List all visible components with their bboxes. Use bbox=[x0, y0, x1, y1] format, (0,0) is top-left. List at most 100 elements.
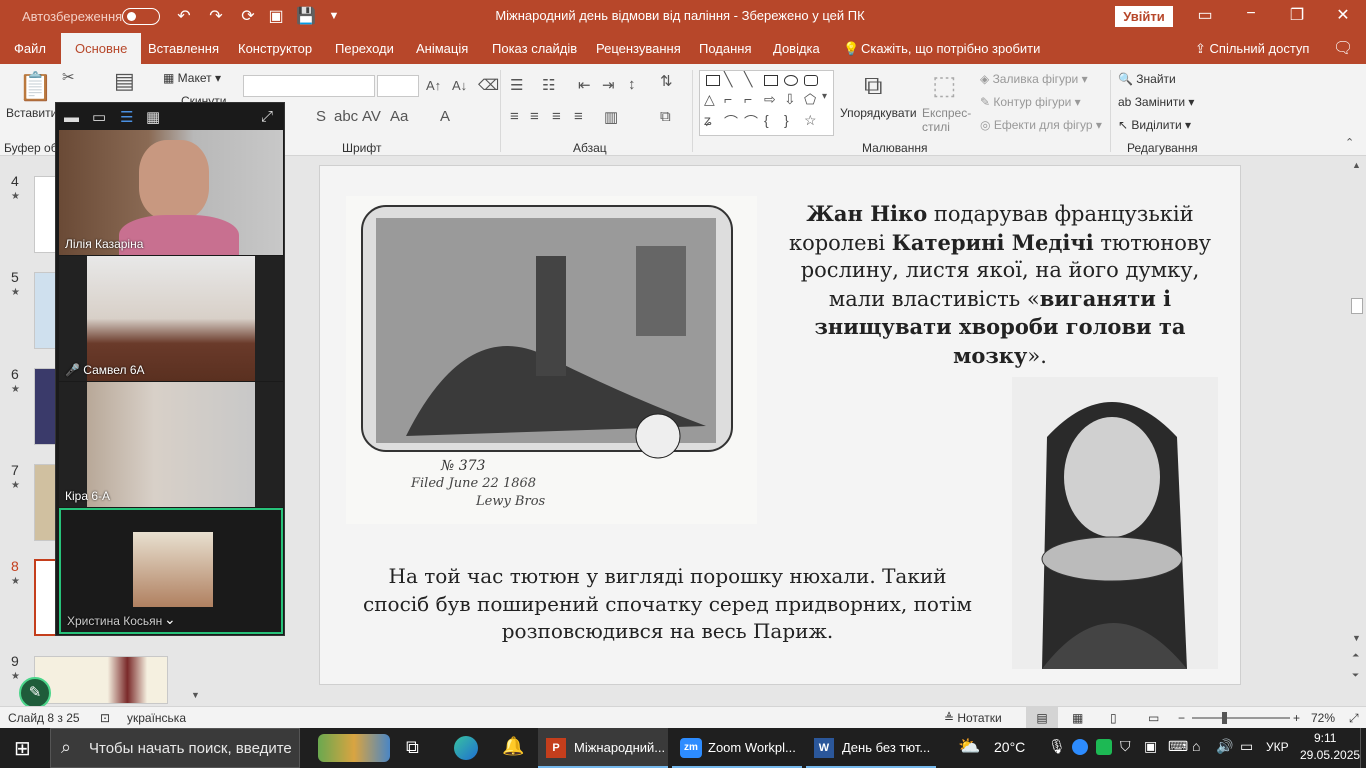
reading-view-icon[interactable]: ▯ bbox=[1110, 711, 1117, 725]
char-spacing-icon[interactable]: AV bbox=[362, 108, 381, 125]
shape-outline-button[interactable]: ✎ Контур фігури ▾ bbox=[980, 95, 1081, 109]
zoom-minimize-icon[interactable]: ▬ bbox=[64, 109, 79, 126]
clear-format-icon[interactable]: ⌫ bbox=[478, 76, 499, 94]
tab-file[interactable]: Файл bbox=[14, 41, 46, 56]
zoom-in-icon[interactable]: + bbox=[1293, 711, 1300, 725]
restore-button[interactable]: ❐ bbox=[1282, 5, 1312, 25]
shadow-icon[interactable]: S bbox=[316, 108, 326, 125]
decrease-font-icon[interactable]: A↓ bbox=[452, 78, 467, 93]
zoom-expand-icon[interactable]: ⤢ bbox=[261, 108, 273, 125]
decrease-indent-icon[interactable]: ⇤ bbox=[578, 76, 591, 94]
textbox-shape-icon[interactable] bbox=[706, 75, 720, 86]
chevron-down-icon[interactable]: ⌄ bbox=[164, 611, 176, 628]
align-right-icon[interactable]: ≡ bbox=[552, 108, 561, 125]
tab-transitions[interactable]: Переходи bbox=[335, 41, 394, 56]
tray-app-icon[interactable] bbox=[1096, 739, 1112, 755]
participant-video-active[interactable]: Христина Косьян ⌄ bbox=[59, 508, 283, 634]
slide-thumbnail[interactable] bbox=[34, 656, 168, 704]
strikethrough-icon[interactable]: abc bbox=[334, 108, 358, 125]
participant-video[interactable]: Кіра 6-А bbox=[59, 382, 283, 507]
scroll-thumb[interactable] bbox=[1351, 298, 1363, 314]
clock-time[interactable]: 9:11 bbox=[1314, 731, 1336, 745]
increase-indent-icon[interactable]: ⇥ bbox=[602, 76, 615, 94]
font-size-combo[interactable] bbox=[377, 75, 419, 97]
taskbar-app-word[interactable]: W День без тют... bbox=[806, 728, 936, 768]
input-language[interactable]: УКР bbox=[1266, 740, 1289, 754]
smartart-icon[interactable]: ⧉ bbox=[660, 108, 671, 125]
tab-insert[interactable]: Вставлення bbox=[148, 41, 219, 56]
line-shape-icon[interactable]: ╲ bbox=[744, 71, 752, 88]
font-name-combo[interactable] bbox=[243, 75, 375, 97]
zoom-single-view-icon[interactable]: ▭ bbox=[92, 108, 106, 126]
catherine-medici-portrait[interactable] bbox=[1012, 377, 1218, 669]
notes-button[interactable]: ≜ Нотатки bbox=[944, 711, 1002, 725]
scroll-down-icon[interactable]: ▼ bbox=[191, 690, 200, 700]
weather-icon[interactable]: ⛅ bbox=[958, 736, 980, 757]
collapse-ribbon-icon[interactable]: ⌃ bbox=[1345, 136, 1354, 149]
right-arrow-shape-icon[interactable]: ⇨ bbox=[764, 91, 776, 108]
autosave-toggle[interactable] bbox=[122, 8, 160, 25]
arrange-icon[interactable]: ⧉ bbox=[864, 70, 883, 102]
redo-icon[interactable]: ↷ bbox=[206, 6, 226, 26]
keyboard-icon[interactable]: ⌨ bbox=[1168, 738, 1188, 755]
taskbar-app-zoom[interactable]: zm Zoom Workpl... bbox=[672, 728, 802, 768]
shape-fill-button[interactable]: ◈ Заливка фігури ▾ bbox=[980, 72, 1088, 86]
shape-effects-button[interactable]: ◎ Ефекти для фігур ▾ bbox=[980, 118, 1102, 132]
align-center-icon[interactable]: ≡ bbox=[530, 108, 539, 125]
tab-animations[interactable]: Анімація bbox=[416, 41, 468, 56]
next-slide-icon[interactable]: ⏷ bbox=[1352, 670, 1359, 681]
task-view-icon[interactable]: ⧉ bbox=[406, 737, 419, 758]
repeat-icon[interactable]: ⟳ bbox=[238, 6, 258, 26]
participant-video[interactable]: Лілія Казаріна bbox=[59, 130, 283, 255]
paste-button[interactable]: Вставити bbox=[6, 106, 57, 120]
scroll-down-icon[interactable]: ▼ bbox=[1352, 633, 1361, 643]
numbering-icon[interactable]: ☷ bbox=[542, 76, 555, 94]
replace-button[interactable]: ab Замінити ▾ bbox=[1118, 95, 1194, 109]
curve-shape-icon[interactable]: ⌒ bbox=[724, 112, 738, 132]
undo-icon[interactable]: ↶ bbox=[174, 6, 194, 26]
triangle-shape-icon[interactable]: △ bbox=[704, 91, 715, 108]
annotate-pen-icon[interactable]: ✎ bbox=[19, 677, 51, 709]
weather-temperature[interactable]: 20°C bbox=[994, 739, 1025, 755]
minimize-button[interactable]: − bbox=[1236, 5, 1266, 23]
oval-shape-icon[interactable] bbox=[784, 75, 798, 86]
text-direction-icon[interactable]: ⇅ bbox=[660, 72, 673, 90]
tab-help[interactable]: Довідка bbox=[773, 41, 820, 56]
tab-slideshow[interactable]: Показ слайдів bbox=[492, 41, 577, 56]
zoom-tray-icon[interactable] bbox=[1072, 739, 1088, 755]
close-button[interactable]: ✕ bbox=[1328, 5, 1358, 25]
increase-font-icon[interactable]: A↑ bbox=[426, 78, 441, 93]
slide-text-block-2[interactable]: На той час тютюн у вигляді порошку нюхал… bbox=[355, 563, 980, 646]
customize-qat-icon[interactable]: ▼ bbox=[324, 10, 344, 22]
bullets-icon[interactable]: ☰ bbox=[510, 76, 523, 94]
new-slide-icon[interactable]: ▤ bbox=[114, 68, 135, 94]
down-arrow-shape-icon[interactable]: ⇩ bbox=[784, 91, 796, 108]
share-button[interactable]: ⇪ Спільний доступ bbox=[1195, 41, 1309, 57]
line-spacing-icon[interactable]: ↕ bbox=[628, 76, 636, 93]
spellcheck-icon[interactable]: ⊡ bbox=[100, 711, 110, 725]
participant-video[interactable]: 🎤 Самвел 6А bbox=[59, 256, 283, 381]
zoom-slider-thumb[interactable] bbox=[1222, 712, 1227, 724]
battery-icon[interactable]: ▭ bbox=[1240, 738, 1253, 755]
tab-home[interactable]: Основне bbox=[61, 33, 142, 64]
arc-shape-icon[interactable]: ⌒ bbox=[744, 112, 758, 132]
slide-sorter-icon[interactable]: ▦ bbox=[1072, 711, 1083, 725]
connector-shape-icon[interactable]: ⌐ bbox=[724, 91, 732, 107]
save-icon[interactable]: 💾 bbox=[296, 6, 316, 26]
change-case-icon[interactable]: Aa bbox=[390, 108, 408, 125]
search-highlight-icon[interactable] bbox=[318, 734, 390, 762]
comments-icon[interactable]: 🗨 bbox=[1333, 38, 1353, 58]
microphone-icon[interactable]: 🎙 bbox=[1048, 738, 1066, 755]
layout-button[interactable]: ▦ Макет ▾ bbox=[163, 71, 221, 85]
zoom-gallery-view-icon[interactable]: ▦ bbox=[146, 108, 160, 126]
show-desktop-button[interactable] bbox=[1360, 728, 1366, 768]
sign-in-button[interactable]: Увійти bbox=[1115, 6, 1173, 27]
slideshow-icon[interactable]: ▭ bbox=[1148, 711, 1159, 725]
arrange-button[interactable]: Упорядкувати bbox=[840, 106, 917, 120]
rectangle-shape-icon[interactable] bbox=[764, 75, 778, 86]
fit-slide-icon[interactable]: ⤢ bbox=[1349, 711, 1359, 726]
align-left-icon[interactable]: ≡ bbox=[510, 108, 519, 125]
paste-icon[interactable]: 📋 bbox=[18, 70, 53, 103]
slide-scrollbar[interactable]: ▲ ▼ ⏶ ⏷ bbox=[1348, 156, 1366, 706]
columns-icon[interactable]: ▥ bbox=[604, 108, 618, 126]
